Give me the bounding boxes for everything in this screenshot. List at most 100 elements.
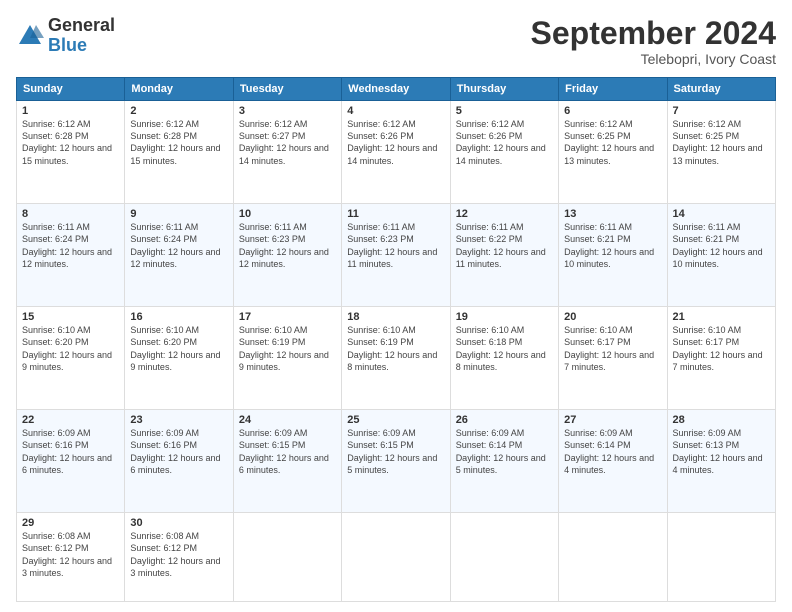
table-row: 5 Sunrise: 6:12 AMSunset: 6:26 PMDayligh… <box>450 101 558 204</box>
day-number: 29 <box>22 517 119 529</box>
day-info: Sunrise: 6:11 AMSunset: 6:23 PMDaylight:… <box>347 222 437 268</box>
day-number: 24 <box>239 414 336 426</box>
day-number: 8 <box>22 208 119 220</box>
table-row <box>233 513 341 602</box>
table-row: 9 Sunrise: 6:11 AMSunset: 6:24 PMDayligh… <box>125 204 233 307</box>
table-row <box>450 513 558 602</box>
day-number: 2 <box>130 105 227 117</box>
table-row: 13 Sunrise: 6:11 AMSunset: 6:21 PMDaylig… <box>559 204 667 307</box>
header: General Blue September 2024 Telebopri, I… <box>16 16 776 67</box>
table-row: 28 Sunrise: 6:09 AMSunset: 6:13 PMDaylig… <box>667 410 775 513</box>
col-monday: Monday <box>125 78 233 101</box>
day-number: 13 <box>564 208 661 220</box>
col-wednesday: Wednesday <box>342 78 450 101</box>
day-info: Sunrise: 6:12 AMSunset: 6:27 PMDaylight:… <box>239 119 329 165</box>
day-info: Sunrise: 6:08 AMSunset: 6:12 PMDaylight:… <box>22 531 112 577</box>
table-row: 21 Sunrise: 6:10 AMSunset: 6:17 PMDaylig… <box>667 307 775 410</box>
table-row <box>342 513 450 602</box>
calendar-week-row: 8 Sunrise: 6:11 AMSunset: 6:24 PMDayligh… <box>17 204 776 307</box>
day-info: Sunrise: 6:09 AMSunset: 6:15 PMDaylight:… <box>347 428 437 474</box>
day-number: 18 <box>347 311 444 323</box>
day-number: 12 <box>456 208 553 220</box>
table-row: 12 Sunrise: 6:11 AMSunset: 6:22 PMDaylig… <box>450 204 558 307</box>
day-info: Sunrise: 6:12 AMSunset: 6:26 PMDaylight:… <box>347 119 437 165</box>
day-info: Sunrise: 6:10 AMSunset: 6:17 PMDaylight:… <box>564 325 654 371</box>
table-row: 26 Sunrise: 6:09 AMSunset: 6:14 PMDaylig… <box>450 410 558 513</box>
table-row: 19 Sunrise: 6:10 AMSunset: 6:18 PMDaylig… <box>450 307 558 410</box>
calendar-page: General Blue September 2024 Telebopri, I… <box>0 0 792 612</box>
day-number: 14 <box>673 208 770 220</box>
day-info: Sunrise: 6:11 AMSunset: 6:22 PMDaylight:… <box>456 222 546 268</box>
day-number: 5 <box>456 105 553 117</box>
table-row: 15 Sunrise: 6:10 AMSunset: 6:20 PMDaylig… <box>17 307 125 410</box>
day-info: Sunrise: 6:08 AMSunset: 6:12 PMDaylight:… <box>130 531 220 577</box>
day-info: Sunrise: 6:11 AMSunset: 6:24 PMDaylight:… <box>22 222 112 268</box>
day-info: Sunrise: 6:10 AMSunset: 6:18 PMDaylight:… <box>456 325 546 371</box>
day-number: 16 <box>130 311 227 323</box>
col-tuesday: Tuesday <box>233 78 341 101</box>
day-number: 20 <box>564 311 661 323</box>
table-row: 11 Sunrise: 6:11 AMSunset: 6:23 PMDaylig… <box>342 204 450 307</box>
day-number: 4 <box>347 105 444 117</box>
day-info: Sunrise: 6:12 AMSunset: 6:25 PMDaylight:… <box>564 119 654 165</box>
day-info: Sunrise: 6:10 AMSunset: 6:20 PMDaylight:… <box>22 325 112 371</box>
day-info: Sunrise: 6:11 AMSunset: 6:24 PMDaylight:… <box>130 222 220 268</box>
table-row: 10 Sunrise: 6:11 AMSunset: 6:23 PMDaylig… <box>233 204 341 307</box>
day-info: Sunrise: 6:09 AMSunset: 6:16 PMDaylight:… <box>22 428 112 474</box>
day-info: Sunrise: 6:12 AMSunset: 6:28 PMDaylight:… <box>130 119 220 165</box>
calendar-week-row: 22 Sunrise: 6:09 AMSunset: 6:16 PMDaylig… <box>17 410 776 513</box>
day-info: Sunrise: 6:12 AMSunset: 6:25 PMDaylight:… <box>673 119 763 165</box>
table-row: 6 Sunrise: 6:12 AMSunset: 6:25 PMDayligh… <box>559 101 667 204</box>
col-thursday: Thursday <box>450 78 558 101</box>
day-info: Sunrise: 6:11 AMSunset: 6:23 PMDaylight:… <box>239 222 329 268</box>
logo: General Blue <box>16 16 115 56</box>
day-number: 17 <box>239 311 336 323</box>
day-number: 15 <box>22 311 119 323</box>
table-row: 23 Sunrise: 6:09 AMSunset: 6:16 PMDaylig… <box>125 410 233 513</box>
table-row: 24 Sunrise: 6:09 AMSunset: 6:15 PMDaylig… <box>233 410 341 513</box>
col-sunday: Sunday <box>17 78 125 101</box>
day-info: Sunrise: 6:12 AMSunset: 6:26 PMDaylight:… <box>456 119 546 165</box>
day-number: 27 <box>564 414 661 426</box>
day-number: 3 <box>239 105 336 117</box>
table-row: 14 Sunrise: 6:11 AMSunset: 6:21 PMDaylig… <box>667 204 775 307</box>
day-info: Sunrise: 6:11 AMSunset: 6:21 PMDaylight:… <box>673 222 763 268</box>
day-info: Sunrise: 6:09 AMSunset: 6:13 PMDaylight:… <box>673 428 763 474</box>
col-saturday: Saturday <box>667 78 775 101</box>
table-row: 22 Sunrise: 6:09 AMSunset: 6:16 PMDaylig… <box>17 410 125 513</box>
logo-text: General Blue <box>48 15 115 55</box>
table-row: 25 Sunrise: 6:09 AMSunset: 6:15 PMDaylig… <box>342 410 450 513</box>
calendar-week-row: 15 Sunrise: 6:10 AMSunset: 6:20 PMDaylig… <box>17 307 776 410</box>
table-row <box>667 513 775 602</box>
calendar-week-row: 29 Sunrise: 6:08 AMSunset: 6:12 PMDaylig… <box>17 513 776 602</box>
table-row <box>559 513 667 602</box>
month-title: September 2024 <box>531 16 776 51</box>
day-info: Sunrise: 6:12 AMSunset: 6:28 PMDaylight:… <box>22 119 112 165</box>
day-number: 23 <box>130 414 227 426</box>
day-info: Sunrise: 6:09 AMSunset: 6:15 PMDaylight:… <box>239 428 329 474</box>
table-row: 27 Sunrise: 6:09 AMSunset: 6:14 PMDaylig… <box>559 410 667 513</box>
table-row: 29 Sunrise: 6:08 AMSunset: 6:12 PMDaylig… <box>17 513 125 602</box>
day-number: 21 <box>673 311 770 323</box>
day-number: 28 <box>673 414 770 426</box>
day-info: Sunrise: 6:09 AMSunset: 6:14 PMDaylight:… <box>456 428 546 474</box>
day-info: Sunrise: 6:10 AMSunset: 6:20 PMDaylight:… <box>130 325 220 371</box>
day-number: 22 <box>22 414 119 426</box>
day-number: 10 <box>239 208 336 220</box>
day-number: 6 <box>564 105 661 117</box>
title-block: September 2024 Telebopri, Ivory Coast <box>531 16 776 67</box>
day-info: Sunrise: 6:09 AMSunset: 6:16 PMDaylight:… <box>130 428 220 474</box>
day-number: 26 <box>456 414 553 426</box>
location: Telebopri, Ivory Coast <box>531 51 776 67</box>
day-info: Sunrise: 6:10 AMSunset: 6:19 PMDaylight:… <box>239 325 329 371</box>
table-row: 17 Sunrise: 6:10 AMSunset: 6:19 PMDaylig… <box>233 307 341 410</box>
day-info: Sunrise: 6:09 AMSunset: 6:14 PMDaylight:… <box>564 428 654 474</box>
table-row: 16 Sunrise: 6:10 AMSunset: 6:20 PMDaylig… <box>125 307 233 410</box>
table-row: 4 Sunrise: 6:12 AMSunset: 6:26 PMDayligh… <box>342 101 450 204</box>
calendar-header-row: Sunday Monday Tuesday Wednesday Thursday… <box>17 78 776 101</box>
day-number: 30 <box>130 517 227 529</box>
table-row: 3 Sunrise: 6:12 AMSunset: 6:27 PMDayligh… <box>233 101 341 204</box>
col-friday: Friday <box>559 78 667 101</box>
calendar-week-row: 1 Sunrise: 6:12 AMSunset: 6:28 PMDayligh… <box>17 101 776 204</box>
day-info: Sunrise: 6:11 AMSunset: 6:21 PMDaylight:… <box>564 222 654 268</box>
